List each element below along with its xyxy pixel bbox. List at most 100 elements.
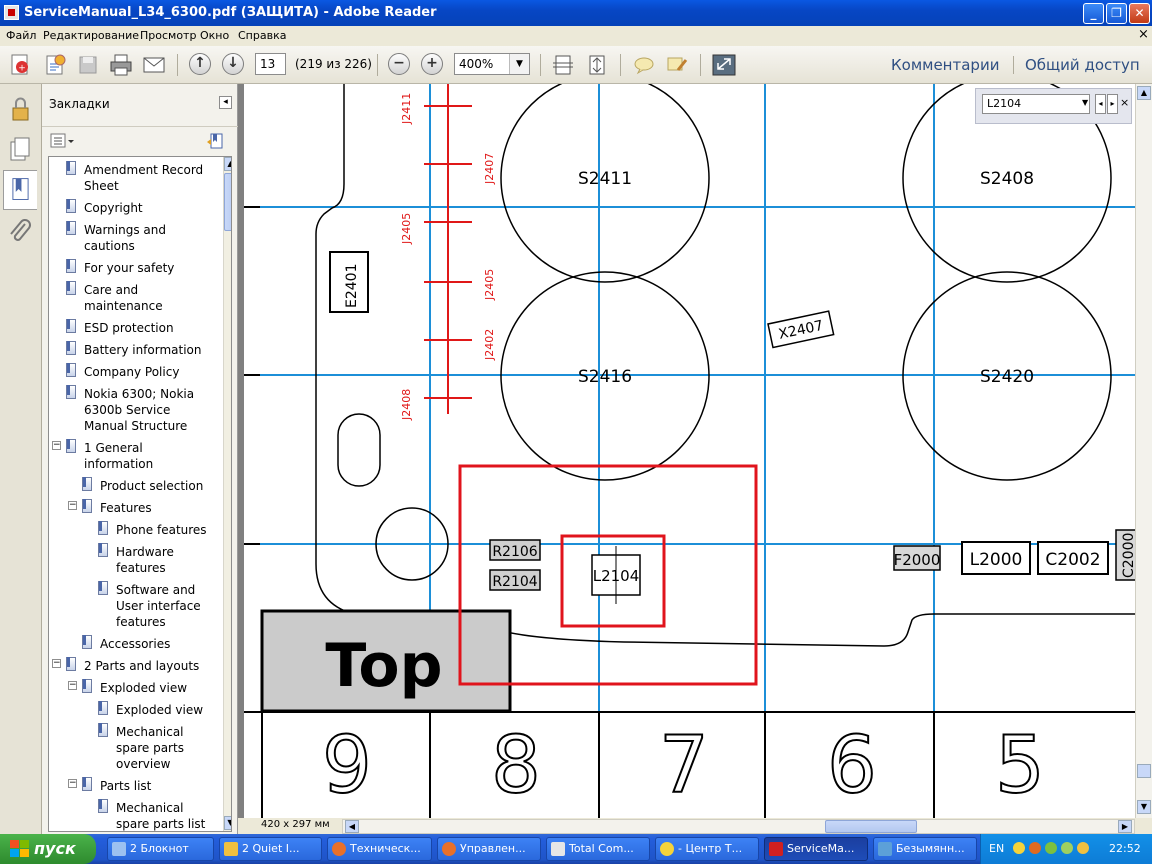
collapse-panel-button[interactable]: ◂: [219, 96, 232, 109]
scroll-right-arrow[interactable]: ▶: [1118, 820, 1132, 833]
label-c2002: C2002: [1045, 550, 1100, 570]
previous-page-button[interactable]: ↑: [189, 53, 211, 75]
find-input[interactable]: L2104: [982, 94, 1090, 114]
find-previous-button[interactable]: ◂: [1095, 94, 1106, 114]
label-r2106: R2106: [492, 544, 537, 560]
task-firefox-2[interactable]: Управлен...: [437, 837, 541, 861]
chevron-down-icon[interactable]: ▼: [509, 54, 529, 74]
menu-help[interactable]: Справка: [238, 29, 286, 42]
bookmarks-toolbar: [42, 126, 238, 154]
zoom-out-button[interactable]: −: [388, 53, 410, 75]
scroll-thumb[interactable]: [825, 820, 917, 833]
menu-window[interactable]: Окно: [200, 29, 229, 42]
collapse-toggle[interactable]: −: [68, 779, 77, 788]
bookmark-label: Nokia 6300; Nokia 6300b Service Manual Str…: [84, 387, 195, 433]
bookmark-icon: [66, 281, 76, 295]
collapse-toggle[interactable]: −: [68, 501, 77, 510]
options-menu-icon[interactable]: [50, 133, 76, 149]
close-button[interactable]: ✕: [1129, 3, 1150, 24]
language-indicator[interactable]: EN: [989, 842, 1004, 855]
full-screen-icon[interactable]: [711, 52, 737, 78]
task-firefox-1[interactable]: Техническ...: [327, 837, 432, 861]
bookmark-label: 2 Parts and layouts: [84, 659, 200, 673]
save-icon[interactable]: [75, 52, 101, 78]
zoom-level-select[interactable]: 400% ▼: [454, 53, 530, 75]
svg-text:+: +: [18, 64, 26, 74]
bookmark-icon: [98, 799, 108, 813]
collapse-toggle[interactable]: −: [68, 681, 77, 690]
attachments-paperclip-icon[interactable]: [3, 212, 37, 252]
label-l2000: L2000: [970, 550, 1023, 570]
task-adobe-reader[interactable]: ServiceMa...: [764, 837, 868, 861]
document-vertical-scrollbar[interactable]: ▲ ▼: [1135, 84, 1152, 818]
scroll-thumb[interactable]: [1137, 764, 1151, 778]
label-j2408: J2408: [400, 389, 413, 421]
title-bar: ServiceManual_L34_6300.pdf (ЗАЩИТА) - Ad…: [0, 0, 1152, 26]
page-number-input[interactable]: 13: [255, 53, 286, 75]
scroll-up-arrow[interactable]: ▲: [224, 157, 231, 171]
fit-page-icon[interactable]: [584, 52, 610, 78]
print-icon[interactable]: [108, 52, 134, 78]
menu-close-document[interactable]: ×: [1138, 27, 1149, 42]
label-l2104: L2104: [593, 567, 640, 585]
comment-note-icon[interactable]: [631, 52, 657, 78]
zoom-in-button[interactable]: +: [421, 53, 443, 75]
share-menu[interactable]: Общий доступ: [1025, 56, 1140, 74]
bookmark-label: Features: [100, 501, 152, 515]
next-page-button[interactable]: ↓: [222, 53, 244, 75]
task-paint[interactable]: Безымянн...: [873, 837, 977, 861]
restore-button[interactable]: ❐: [1106, 3, 1127, 24]
zoom-value: 400%: [459, 57, 494, 71]
navigation-rail: [0, 84, 42, 834]
open-file-icon[interactable]: [42, 52, 68, 78]
scroll-thumb[interactable]: [224, 173, 231, 231]
task-total-commander[interactable]: Total Com...: [546, 837, 650, 861]
minimize-button[interactable]: _: [1083, 3, 1104, 24]
email-icon[interactable]: [141, 52, 167, 78]
pages-icon[interactable]: [3, 130, 37, 170]
tray-warning-icon[interactable]: [1013, 842, 1025, 854]
menu-edit[interactable]: Редактирование: [43, 29, 139, 42]
fit-width-icon[interactable]: [550, 52, 576, 78]
document-view[interactable]: J2411 J2407 J2405 J2405 J2402 J2408 S241…: [238, 84, 1135, 818]
warning-icon: [660, 842, 674, 856]
bookmarks-scrollbar[interactable]: ▲ ▼: [223, 157, 231, 831]
find-close-icon[interactable]: ×: [1120, 96, 1129, 109]
lock-icon[interactable]: [3, 90, 37, 130]
bookmark-label: Mechanical spare parts list: [116, 801, 206, 831]
tray-flower-icon[interactable]: [1061, 842, 1073, 854]
menu-view[interactable]: Просмотр: [140, 29, 196, 42]
highlight-text-icon[interactable]: [664, 52, 690, 78]
tray-shield-icon[interactable]: [1077, 842, 1089, 854]
bookmark-label: Copyright: [84, 201, 143, 215]
collapse-toggle[interactable]: −: [52, 441, 61, 450]
scroll-up-arrow[interactable]: ▲: [1137, 86, 1151, 100]
label-c2000: C2000: [1121, 533, 1135, 578]
tray-app-icon[interactable]: [1029, 842, 1041, 854]
comments-menu[interactable]: Комментарии: [891, 56, 999, 74]
scroll-down-arrow[interactable]: ▼: [1137, 800, 1151, 814]
create-pdf-icon[interactable]: +: [8, 52, 34, 78]
label-j2411: J2411: [400, 93, 413, 125]
scroll-down-arrow[interactable]: ▼: [224, 816, 231, 830]
task-quiet[interactable]: 2 Quiet I...: [219, 837, 322, 861]
bookmarks-tab-icon[interactable]: [3, 170, 37, 210]
scroll-left-arrow[interactable]: ◀: [345, 820, 359, 833]
label-s2420: S2420: [980, 367, 1034, 387]
tray-network-icon[interactable]: [1045, 842, 1057, 854]
start-button[interactable]: пуск: [0, 834, 96, 864]
label-j2407: J2407: [483, 153, 496, 185]
page-count: (219 из 226): [295, 57, 372, 71]
collapse-toggle[interactable]: −: [52, 659, 61, 668]
task-center[interactable]: - Центр Т...: [655, 837, 759, 861]
task-notepad[interactable]: 2 Блокнот: [107, 837, 214, 861]
label-r2104: R2104: [492, 574, 537, 590]
clock: 22:52: [1109, 842, 1141, 855]
menu-file[interactable]: Файл: [6, 29, 36, 42]
chevron-down-icon[interactable]: ▼: [1082, 98, 1088, 107]
expand-bookmark-icon[interactable]: [206, 132, 224, 150]
firefox-icon: [332, 842, 346, 856]
windows-taskbar: пуск 2 Блокнот 2 Quiet I... Техническ...…: [0, 834, 1152, 864]
document-horizontal-scrollbar[interactable]: ◀ ▶: [342, 819, 1135, 834]
find-next-button[interactable]: ▸: [1107, 94, 1118, 114]
